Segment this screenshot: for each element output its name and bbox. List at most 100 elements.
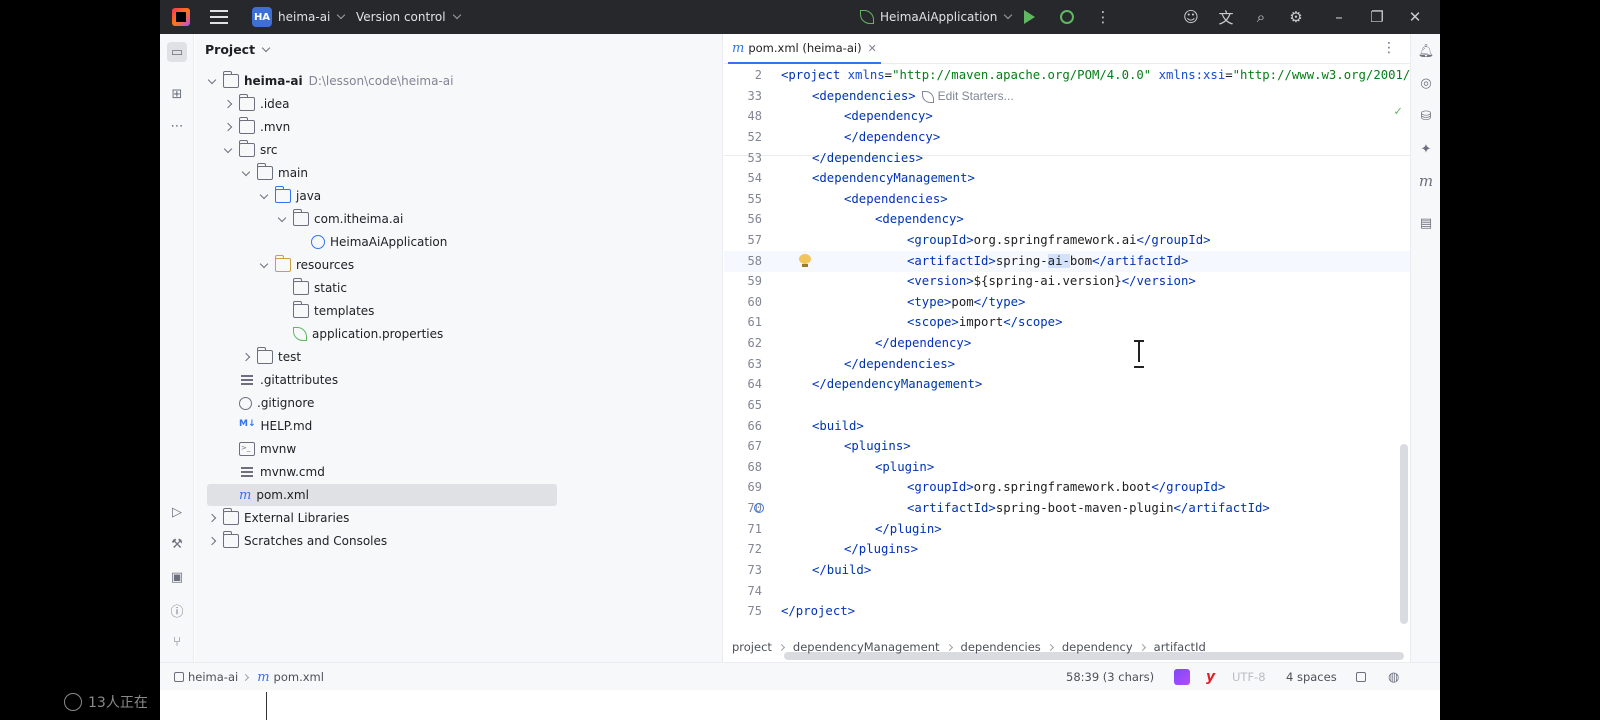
search-icon[interactable]: ⌕ xyxy=(1250,8,1272,26)
translate-icon[interactable]: 文 xyxy=(1215,7,1237,28)
tree-item-mvn[interactable]: .mvn xyxy=(195,116,723,138)
editor-tab-pom[interactable]: m pom.xml (heima-ai) ✕ xyxy=(728,34,881,64)
project-widget[interactable]: HA heima-ai xyxy=(252,0,346,34)
structure-icon[interactable]: ⊞ xyxy=(167,84,187,104)
inspections-ok-icon[interactable]: ✓ xyxy=(1394,104,1402,119)
project-panel-header[interactable]: Project xyxy=(205,42,271,57)
tree-item-package[interactable]: com.itheima.ai xyxy=(195,208,723,230)
more-horizontal-icon[interactable]: ⋯ xyxy=(167,116,187,136)
tree-item-src[interactable]: src xyxy=(195,139,723,161)
tree-item-external-libraries[interactable]: External Libraries xyxy=(195,507,723,529)
terminal-icon[interactable]: ▣ xyxy=(167,567,187,587)
problems-icon[interactable]: ⓘ xyxy=(167,600,187,620)
tree-item-pom-xml[interactable]: m pom.xml xyxy=(207,484,557,506)
maven-tool-icon[interactable]: m xyxy=(1417,172,1435,190)
collapse-arrow-icon[interactable] xyxy=(221,97,235,111)
run-icon[interactable] xyxy=(1024,10,1035,24)
restore-icon[interactable]: ❐ xyxy=(1366,8,1388,26)
tree-label: Scratches and Consoles xyxy=(244,534,388,548)
taskbar-strip xyxy=(160,690,1440,720)
expand-arrow-icon[interactable] xyxy=(275,212,289,226)
tree-item-mvnw[interactable]: >_ mvnw xyxy=(195,438,723,460)
chevron-right-icon xyxy=(242,673,250,681)
project-panel: Project heima-ai D:\lesson\code\heima-ai… xyxy=(195,34,723,662)
tree-item-test[interactable]: test xyxy=(195,346,723,368)
expand-arrow-icon[interactable] xyxy=(239,166,253,180)
tree-item-main[interactable]: main xyxy=(195,162,723,184)
code-line: 75 </project> xyxy=(724,601,1410,622)
vertical-scrollbar[interactable] xyxy=(1400,444,1408,624)
build-hammer-icon[interactable]: ⚒ xyxy=(167,534,187,554)
code-area[interactable]: 2 <project xmlns="http://maven.apache.or… xyxy=(724,64,1440,660)
line-number: 58 xyxy=(747,254,762,269)
line-number: 74 xyxy=(747,584,762,599)
code-line: 59 <version>${spring-ai.version}</versio… xyxy=(724,271,1410,292)
edit-starters-hint[interactable]: Edit Starters... xyxy=(921,89,1014,104)
debug-icon[interactable] xyxy=(1060,10,1074,24)
tree-item-help-md[interactable]: M↓ HELP.md xyxy=(195,415,723,437)
code-line: 63 </dependencies> xyxy=(724,354,1410,375)
gutter-plugin-icon[interactable] xyxy=(754,503,764,514)
text-cursor-icon xyxy=(1134,340,1144,368)
breadcrumb-item[interactable]: dependency xyxy=(1062,640,1133,654)
plugin-logo-icon[interactable]: ✦ xyxy=(1417,140,1435,158)
intention-bulb-icon[interactable] xyxy=(799,254,811,268)
spring-leaf-icon xyxy=(921,91,934,104)
tree-item-mvnw-cmd[interactable]: mvnw.cmd xyxy=(195,461,723,483)
yaml-plugin-icon[interactable]: y xyxy=(1206,669,1215,685)
breadcrumb-item[interactable]: artifactId xyxy=(1154,640,1206,654)
ai-assistant-icon[interactable]: ◎ xyxy=(1417,74,1435,92)
services-run-icon[interactable]: ▷ xyxy=(167,502,187,522)
expand-arrow-icon[interactable] xyxy=(257,189,271,203)
breadcrumb-item[interactable]: project xyxy=(732,640,772,654)
tree-item-idea[interactable]: .idea xyxy=(195,93,723,115)
project-folder-icon[interactable]: ▭ xyxy=(167,42,187,62)
collapse-arrow-icon[interactable] xyxy=(239,350,253,364)
tree-item-resources[interactable]: resources xyxy=(195,254,723,276)
vcs-widget[interactable]: Version control xyxy=(356,0,461,34)
folder-icon xyxy=(293,301,309,318)
tree-item-gitattributes[interactable]: .gitattributes xyxy=(195,369,723,391)
breadcrumb-item[interactable]: dependencyManagement xyxy=(793,640,940,654)
tree-item-application-properties[interactable]: application.properties xyxy=(195,323,723,345)
encoding[interactable]: UTF-8 xyxy=(1232,663,1266,691)
line-number: 59 xyxy=(747,274,762,289)
git-branch-icon[interactable]: ⑂ xyxy=(167,632,187,652)
code-line: 52 </dependency> xyxy=(724,127,1410,148)
collapse-arrow-icon[interactable] xyxy=(221,120,235,134)
tree-root[interactable]: heima-ai D:\lesson\code\heima-ai xyxy=(195,70,723,92)
collapse-arrow-icon[interactable] xyxy=(205,511,219,525)
main-menu-icon[interactable] xyxy=(210,10,228,24)
code-line: 68 <plugin> xyxy=(724,457,1410,478)
run-config-label: HeimaAiApplication xyxy=(880,10,998,24)
tree-item-scratches[interactable]: Scratches and Consoles xyxy=(195,530,723,552)
run-config-widget[interactable]: HeimaAiApplication xyxy=(860,0,1013,34)
close-window-icon[interactable]: ✕ xyxy=(1404,8,1426,26)
tree-item-templates[interactable]: templates xyxy=(195,300,723,322)
more-vertical-icon[interactable]: ⋮ xyxy=(1382,40,1396,56)
close-tab-icon[interactable]: ✕ xyxy=(868,42,877,55)
tree-item-java[interactable]: java xyxy=(195,185,723,207)
indent-setting[interactable]: 4 spaces xyxy=(1286,663,1337,691)
tree-item-application-class[interactable]: HeimaAiApplication xyxy=(195,231,723,253)
expand-arrow-icon[interactable] xyxy=(205,74,219,88)
more-vertical-icon[interactable]: ⋮ xyxy=(1092,8,1114,26)
endpoints-icon[interactable]: ▤ xyxy=(1417,214,1435,232)
notifications-bell-icon[interactable]: 🔔︎ xyxy=(1417,42,1435,60)
database-icon[interactable]: ⛁ xyxy=(1417,107,1435,125)
caret-position[interactable]: 58:39 (3 chars) xyxy=(1066,663,1154,691)
plugin-status-icon[interactable] xyxy=(1174,669,1190,685)
tree-item-static[interactable]: static xyxy=(195,277,723,299)
minimize-icon[interactable]: – xyxy=(1328,8,1350,26)
memory-indicator-icon[interactable]: ◍ xyxy=(1388,670,1399,685)
expand-arrow-icon[interactable] xyxy=(257,258,271,272)
chevron-right-icon xyxy=(1046,643,1054,651)
expand-arrow-icon[interactable] xyxy=(221,143,235,157)
collapse-arrow-icon[interactable] xyxy=(205,534,219,548)
read-only-lock-icon[interactable] xyxy=(1356,672,1366,682)
tree-item-gitignore[interactable]: .gitignore xyxy=(195,392,723,414)
add-user-icon[interactable]: ☺ xyxy=(1180,8,1202,26)
breadcrumb-item[interactable]: dependencies xyxy=(961,640,1041,654)
status-breadcrumb[interactable]: heima-ai m pom.xml xyxy=(174,663,324,691)
settings-gear-icon[interactable]: ⚙ xyxy=(1285,8,1307,26)
